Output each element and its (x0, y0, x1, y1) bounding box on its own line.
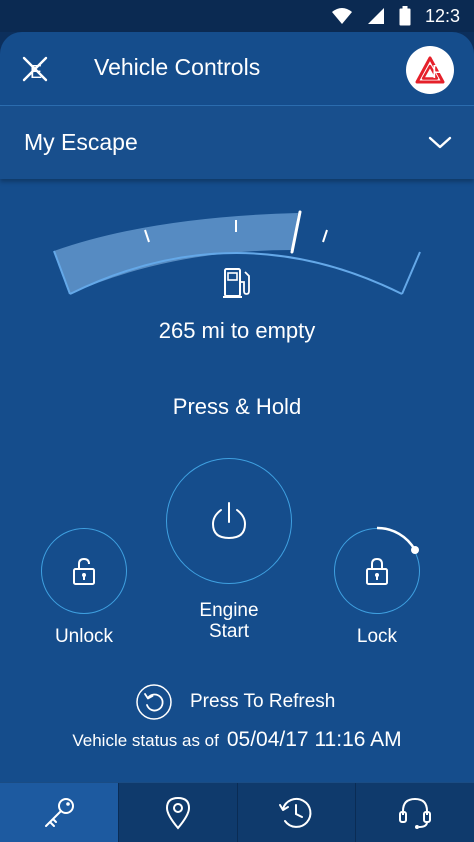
header: Vehicle Controls (0, 32, 474, 106)
engine-start-label: Engine Start (178, 600, 280, 642)
lock-progress-arc (376, 526, 419, 554)
key-icon (44, 797, 74, 827)
status-time: 12:3 (424, 5, 460, 26)
engine-start-label-line1: Engine (199, 600, 259, 621)
unlock-button[interactable] (41, 528, 127, 614)
nav-tab-history[interactable] (238, 783, 357, 842)
wifi-icon (331, 7, 353, 25)
vehicle-controls-screen: Vehicle Controls My Escape E F 265 mi to… (0, 32, 474, 842)
power-icon (211, 502, 247, 540)
page-title: Vehicle Controls (94, 54, 261, 80)
unlock-icon (73, 557, 95, 585)
vehicle-status-line: Vehicle status as of 05/04/17 11:16 AM (0, 728, 474, 752)
vehicle-status-label: Vehicle status as of (72, 731, 219, 750)
vehicle-name: My Escape (24, 129, 138, 155)
nav-tab-support[interactable] (356, 783, 474, 842)
fuel-full-label: F (432, 62, 443, 82)
nav-tab-vehicle-controls[interactable] (0, 783, 119, 842)
battery-icon (399, 6, 411, 26)
press-hold-instruction: Press & Hold (172, 394, 302, 419)
refresh-label: Press To Refresh (190, 691, 336, 712)
lock-label: Lock (356, 626, 398, 647)
bottom-navigation (0, 782, 474, 842)
status-bar: 12:3 (0, 0, 474, 32)
history-clock-icon (279, 797, 312, 828)
chevron-down-icon (428, 136, 452, 148)
vehicle-status-time: 05/04/17 11:16 AM (226, 728, 402, 751)
refresh-button[interactable]: Press To Refresh (136, 684, 335, 720)
signal-icon (367, 7, 385, 25)
refresh-icon (136, 684, 172, 720)
fuel-empty-label: E (30, 62, 43, 82)
support-headset-icon (399, 797, 432, 829)
vehicle-selector-dropdown[interactable]: My Escape (0, 106, 474, 179)
unlock-label: Unlock (54, 626, 114, 647)
hazard-button[interactable] (406, 46, 454, 94)
fuel-range-text: 265 mi to empty (158, 318, 316, 343)
location-pin-icon (165, 796, 190, 830)
nav-tab-location[interactable] (119, 783, 238, 842)
fuel-pump-icon (222, 266, 252, 305)
engine-start-label-line2: Start (208, 621, 250, 642)
engine-start-button[interactable] (166, 458, 292, 584)
